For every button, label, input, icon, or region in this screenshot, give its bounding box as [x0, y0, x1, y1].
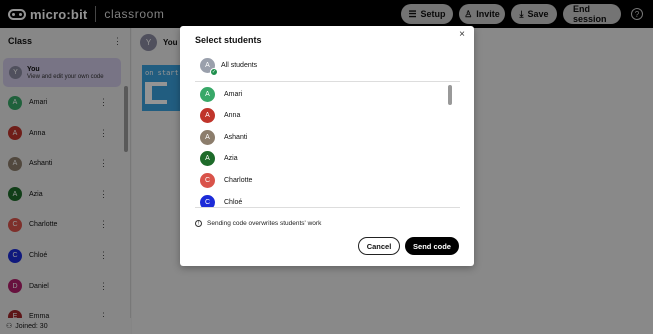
- list-scrollbar[interactable]: [448, 85, 452, 105]
- avatar-initial: A: [205, 61, 210, 69]
- warning-text: Sending code overwrites students' work: [207, 220, 322, 227]
- select-student-charlotte[interactable]: C Charlotte: [200, 171, 252, 189]
- dialog-title: Select students: [195, 35, 262, 45]
- student-select-list: A Amari A Anna A Ashanti A Azia C Charlotte C Chloé: [195, 81, 460, 208]
- avatar: C: [200, 194, 215, 207]
- send-code-button[interactable]: Send code: [405, 237, 459, 255]
- select-students-dialog: Select students × A ✓ All students A Amari…: [180, 26, 474, 266]
- select-student-azia[interactable]: A Azia: [200, 150, 238, 168]
- avatar: A: [200, 151, 215, 167]
- select-student-amari[interactable]: A Amari: [200, 85, 242, 103]
- avatar: C: [200, 172, 215, 188]
- select-student-anna[interactable]: A Anna: [200, 107, 240, 125]
- student-name: Anna: [224, 112, 241, 120]
- select-student-chloé[interactable]: C Chloé: [200, 193, 243, 207]
- overwrite-warning: ! Sending code overwrites students' work: [195, 220, 321, 227]
- all-students-label: All students: [221, 61, 258, 69]
- all-students-option[interactable]: A ✓ All students: [200, 56, 258, 76]
- student-name: Azia: [224, 155, 238, 163]
- avatar: A: [200, 108, 215, 124]
- close-icon[interactable]: ×: [459, 29, 465, 40]
- student-name: Amari: [224, 90, 243, 98]
- select-student-ashanti[interactable]: A Ashanti: [200, 128, 247, 146]
- student-name: Charlotte: [224, 176, 253, 184]
- avatar: A: [200, 86, 215, 102]
- student-name: Ashanti: [224, 133, 248, 141]
- info-icon: !: [195, 220, 202, 227]
- check-icon: ✓: [210, 67, 218, 76]
- cancel-button[interactable]: Cancel: [358, 237, 400, 255]
- avatar: A: [200, 129, 215, 145]
- avatar: A ✓: [200, 57, 218, 76]
- student-name: Chloé: [224, 198, 243, 206]
